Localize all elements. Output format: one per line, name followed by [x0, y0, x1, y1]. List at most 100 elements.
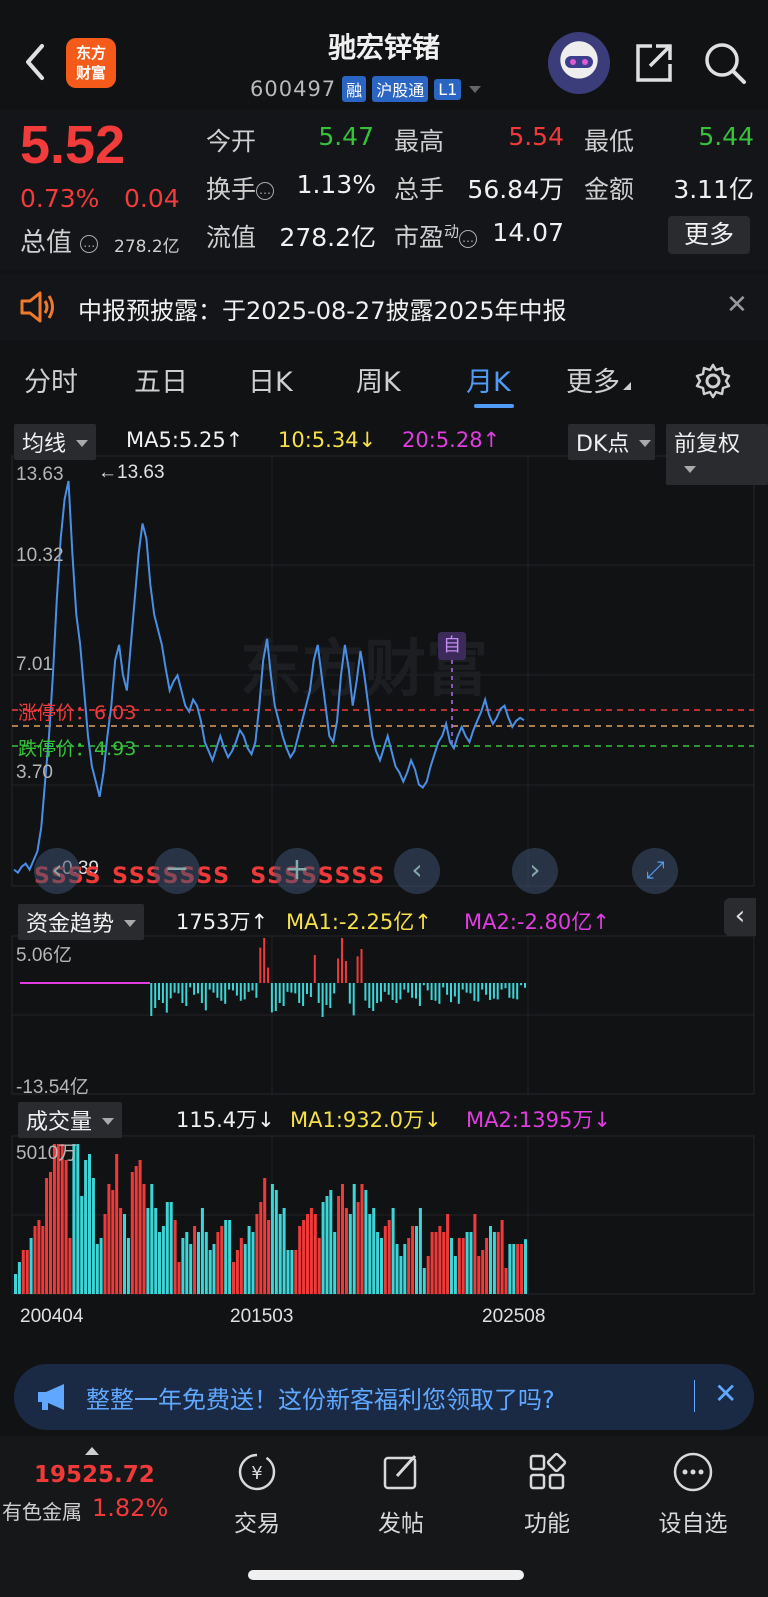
edit-icon — [383, 1454, 417, 1490]
fund-bar — [473, 983, 476, 1001]
fund-bar — [352, 983, 355, 1016]
volume-bar — [60, 1144, 64, 1294]
volume-bar — [492, 1232, 496, 1294]
volume-bar — [185, 1232, 189, 1294]
self-marker[interactable]: 自 — [438, 632, 466, 660]
volume-bar — [485, 1238, 489, 1294]
volume-bar — [107, 1184, 111, 1294]
next-button[interactable]: › — [512, 848, 558, 894]
volume-bar — [80, 1196, 84, 1294]
volume-bar — [84, 1160, 88, 1294]
fund-bar — [243, 983, 246, 1000]
adjust-mode-button[interactable]: 前复权 — [666, 424, 768, 485]
fund-top-label: 5.06亿 — [16, 945, 72, 966]
scroll-left-button[interactable]: ‹ — [34, 848, 80, 894]
volume-bar — [232, 1262, 235, 1294]
fund-bar — [348, 983, 351, 1004]
volume-bar — [72, 1144, 76, 1294]
fund-bar — [313, 955, 316, 983]
fund-bar — [274, 983, 277, 1011]
nav-trade-label: 交易 — [234, 1511, 280, 1537]
fund-bar — [430, 983, 433, 1000]
volume-bar — [422, 1268, 426, 1294]
volume-bar — [356, 1202, 360, 1294]
fund-indicator-select[interactable]: 资金趋势 — [18, 904, 145, 940]
volume-bar — [453, 1256, 457, 1294]
chart-canvas[interactable]: 东方财富 — [0, 0, 768, 1360]
fund-bar — [224, 983, 227, 1004]
nav-functions[interactable]: 功能 — [502, 1450, 592, 1538]
volume-indicator-select[interactable]: 成交量 — [18, 1102, 123, 1138]
volume-bar — [520, 1244, 524, 1294]
more-dots-icon — [673, 1452, 713, 1492]
fund-bar — [169, 983, 172, 999]
fund-bar — [372, 983, 375, 1011]
fund-bar — [216, 983, 219, 998]
volume-bar — [95, 1244, 99, 1294]
fund-bar — [411, 983, 414, 998]
fund-bar — [158, 983, 160, 1000]
promo-banner[interactable]: 整整一年免费送！这份新客福利您领取了吗? ✕ — [14, 1364, 754, 1430]
volume-bar — [123, 1214, 126, 1294]
nav-post[interactable]: 发帖 — [356, 1450, 446, 1538]
index-percent[interactable]: 1.82% — [92, 1494, 168, 1522]
volume-bar — [91, 1178, 95, 1294]
fund-bar — [438, 983, 441, 1004]
zoom-in-button[interactable]: + — [274, 848, 320, 894]
volume-bar — [49, 1172, 52, 1294]
volume-bar — [255, 1214, 259, 1294]
grid-icon — [529, 1452, 567, 1490]
fund-bar — [434, 983, 437, 1001]
x-label-end: 202508 — [482, 1306, 546, 1327]
y-label-2: 10.32 — [16, 545, 64, 566]
x-label-start: 200404 — [20, 1306, 84, 1327]
volume-bar — [138, 1160, 142, 1294]
fund-bar — [220, 983, 223, 1001]
volume-bar — [17, 1262, 21, 1294]
collapse-panel-button[interactable]: ‹ — [724, 898, 756, 936]
fund-bar — [193, 983, 196, 995]
fund-bar — [306, 983, 308, 994]
close-icon[interactable]: ✕ — [714, 1377, 737, 1410]
y-label-max: 13.63 — [16, 464, 64, 485]
index-name[interactable]: 有色金属 — [2, 1496, 82, 1525]
fund-bar — [477, 983, 480, 1002]
volume-bar — [302, 1220, 306, 1294]
fund-bar — [387, 983, 390, 995]
volume-bar — [372, 1208, 376, 1294]
fund-bar — [426, 983, 429, 991]
volume-bar — [298, 1226, 302, 1294]
fund-bar — [496, 983, 499, 1000]
fund-bar — [321, 983, 324, 1017]
fund-bar — [356, 956, 359, 983]
volume-bar — [415, 1226, 418, 1294]
volume-bar — [177, 1262, 181, 1294]
volume-bar — [317, 1238, 321, 1294]
volume-bar — [481, 1250, 485, 1294]
volume-bar — [380, 1238, 383, 1294]
fund-bar — [415, 983, 417, 999]
volume-bar — [489, 1226, 492, 1294]
volume-bar — [14, 1274, 17, 1294]
fund-bar — [309, 983, 312, 997]
fullscreen-icon[interactable]: ⤢ — [632, 848, 678, 894]
volume-bar — [41, 1226, 45, 1294]
ma-indicator-select[interactable]: 均线 — [14, 424, 97, 460]
nav-trade[interactable]: ¥ 交易 — [212, 1450, 302, 1538]
volume-bar — [99, 1238, 103, 1294]
volume-bar — [457, 1238, 461, 1294]
volume-bar — [52, 1144, 56, 1294]
prev-button[interactable]: ‹ — [394, 848, 440, 894]
index-value[interactable]: 19525.72 — [34, 1462, 155, 1488]
fund-bar — [516, 983, 519, 1000]
fund-bar — [161, 983, 164, 1003]
nav-add-watchlist[interactable]: 设自选 — [648, 1450, 738, 1538]
dk-point-button[interactable]: DK点 — [568, 424, 656, 460]
volume-bar — [25, 1250, 29, 1294]
fund-bar — [395, 983, 398, 1003]
fund-bar — [508, 983, 511, 998]
ma10-value: 10:5.34↓ — [278, 428, 377, 452]
fund-bar — [286, 983, 289, 992]
volume-bar — [348, 1214, 352, 1294]
zoom-out-button[interactable]: − — [154, 848, 200, 894]
